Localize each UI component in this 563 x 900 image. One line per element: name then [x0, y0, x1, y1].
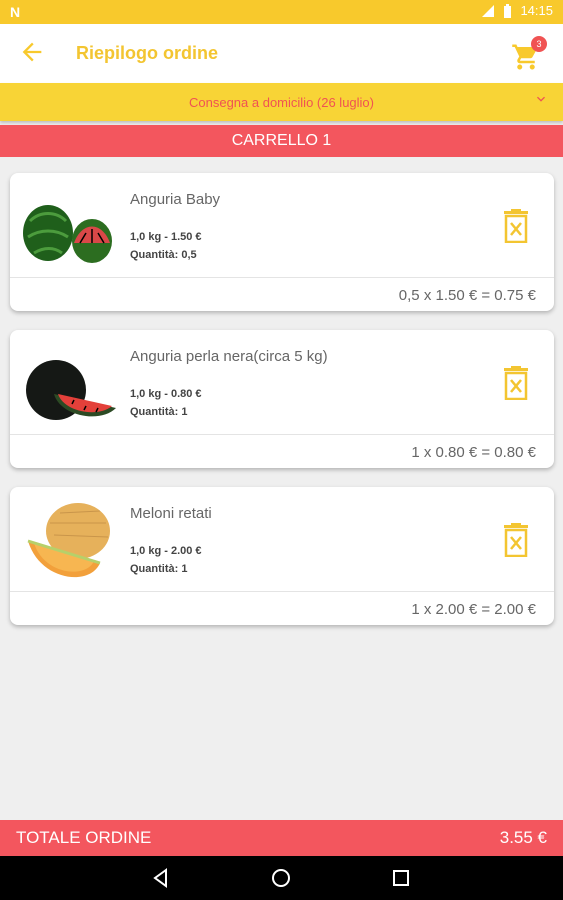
item-quantity: Quantità: 1	[130, 563, 188, 575]
cart-button[interactable]: 3	[511, 36, 547, 70]
system-navigation-bar	[0, 856, 563, 900]
back-triangle-icon[interactable]	[150, 867, 172, 889]
page-title: Riepilogo ordine	[76, 43, 218, 63]
melon-image	[27, 503, 110, 578]
cart-item: Meloni retati 1,0 kg - 2.00 € Quantità: …	[10, 487, 554, 625]
delivery-selector[interactable]: Consegna a domicilio (26 luglio)	[0, 83, 563, 121]
cart-item: Anguria Baby 1,0 kg - 1.50 € Quantità: 0…	[10, 173, 554, 311]
item-quantity: Quantità: 1	[130, 406, 188, 418]
trash-icon	[504, 523, 528, 558]
chevron-down-icon	[533, 91, 549, 112]
item-subtotal: 1 x 2.00 € = 2.00 €	[411, 601, 536, 618]
cart-header: CARRELLO 1	[0, 125, 563, 157]
item-quantity: Quantità: 0,5	[130, 249, 197, 261]
app-bar: Riepilogo ordine 3	[0, 24, 563, 83]
watermelon-black-image	[26, 360, 116, 420]
divider	[10, 277, 554, 278]
cart-count-badge: 3	[531, 36, 547, 52]
total-value: 3.55 €	[499, 828, 547, 847]
arrow-back-icon	[22, 42, 42, 62]
delete-item-button[interactable]	[502, 366, 530, 401]
total-label: TOTALE ORDINE	[16, 828, 152, 847]
item-weight-price: 1,0 kg - 2.00 €	[130, 545, 202, 557]
cart-item: Anguria perla nera(circa 5 kg) 1,0 kg - …	[10, 330, 554, 468]
item-subtotal: 1 x 0.80 € = 0.80 €	[411, 444, 536, 461]
battery-icon	[504, 3, 512, 18]
back-button[interactable]	[18, 38, 48, 68]
delete-item-button[interactable]	[502, 209, 530, 244]
status-bar: N 14:15	[0, 0, 563, 24]
delivery-label: Consegna a domicilio (26 luglio)	[189, 95, 374, 110]
divider	[10, 591, 554, 592]
home-circle-icon[interactable]	[270, 867, 292, 889]
signal-icon	[482, 4, 495, 17]
delete-item-button[interactable]	[502, 523, 530, 558]
item-subtotal: 0,5 x 1.50 € = 0.75 €	[398, 287, 536, 304]
item-name: Anguria Baby	[130, 191, 221, 208]
item-name: Anguria perla nera(circa 5 kg)	[130, 348, 328, 365]
clock: 14:15	[520, 3, 553, 18]
divider	[10, 434, 554, 435]
notification-icon: N	[10, 4, 21, 20]
order-total-bar: TOTALE ORDINE 3.55 €	[0, 820, 563, 856]
item-name: Meloni retati	[130, 505, 212, 522]
recents-square-icon[interactable]	[390, 867, 412, 889]
trash-icon	[504, 209, 528, 244]
item-weight-price: 1,0 kg - 1.50 €	[130, 231, 202, 243]
item-weight-price: 1,0 kg - 0.80 €	[130, 388, 202, 400]
trash-icon	[504, 366, 528, 401]
watermelon-baby-image	[23, 205, 112, 263]
